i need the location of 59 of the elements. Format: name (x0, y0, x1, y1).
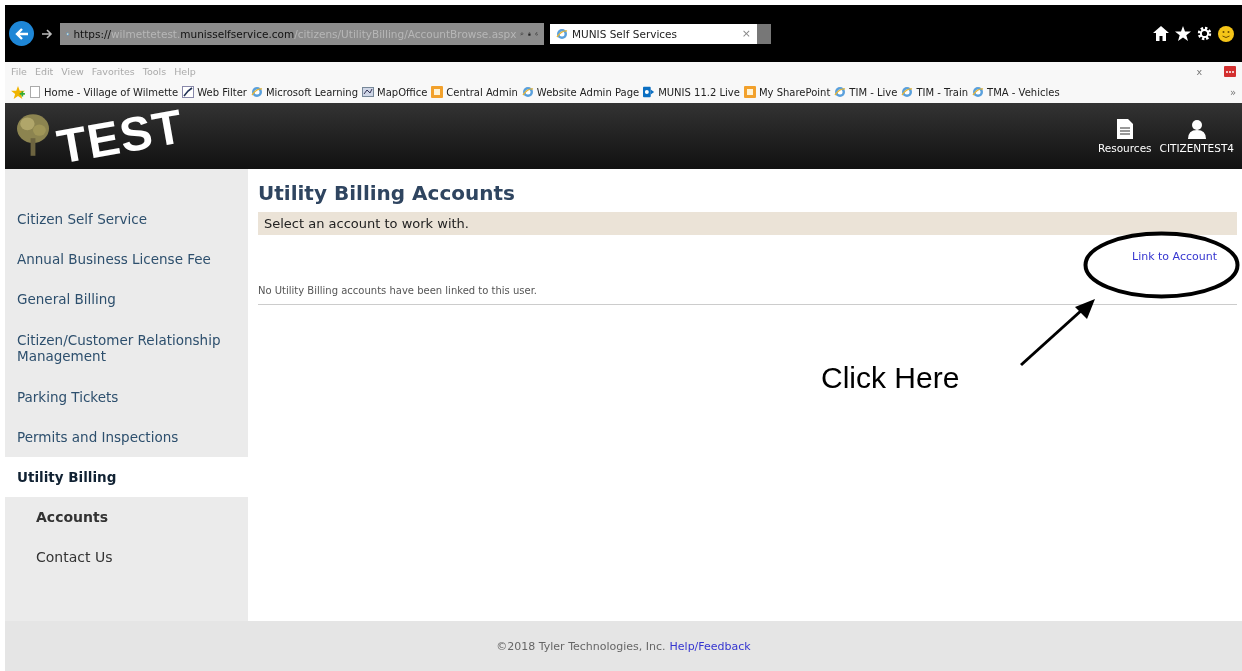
favorites-link[interactable]: Home - Village of Wilmette (44, 86, 179, 98)
favorites-link[interactable]: Website Admin Page (536, 86, 640, 98)
sidebar-item[interactable]: Citizen/Customer Relationship Management (5, 319, 248, 377)
globe-icon (521, 86, 534, 98)
favorites-link[interactable]: TIM - Live (849, 86, 898, 98)
user-icon (1186, 118, 1207, 139)
close-button[interactable]: x (1196, 66, 1202, 77)
document-icon (1116, 118, 1133, 139)
sidebar-subitem[interactable]: Accounts (5, 497, 248, 537)
sidebar-item[interactable]: Utility Billing (5, 457, 248, 497)
settings-icon[interactable] (1197, 26, 1212, 41)
sidebar-item[interactable]: Citizen Self Service (5, 199, 248, 239)
resources-button[interactable]: Resources (1097, 118, 1152, 154)
browser-tab[interactable]: MUNIS Self Services × (550, 23, 757, 44)
smiley-icon[interactable] (1218, 25, 1234, 42)
url-text: https:// (73, 27, 111, 40)
more-button[interactable]: » (1229, 86, 1236, 98)
forward-button[interactable] (40, 26, 54, 41)
back-button[interactable] (9, 21, 34, 46)
empty-message: No Utility Billing accounts have been linked to this user. (258, 280, 1237, 305)
sidebar-item[interactable]: Annual Business License Fee (5, 239, 248, 279)
globe-icon (250, 86, 263, 98)
sidebar-item[interactable]: General Billing (5, 279, 248, 319)
tile-icon (743, 86, 756, 98)
star-icon[interactable] (1175, 26, 1191, 41)
back-arrow-icon (14, 27, 29, 40)
home-icon[interactable] (1153, 26, 1169, 41)
sidebar-item[interactable]: Parking Tickets (5, 377, 248, 417)
favorites-link[interactable]: TIM - Train (916, 86, 969, 98)
favorites-star-icon[interactable] (11, 85, 25, 99)
sidebar-item[interactable]: Permits and Inspections (5, 417, 248, 457)
user-button[interactable]: CITIZENTEST4 (1159, 118, 1234, 154)
favorites-link[interactable]: Web Filter (197, 86, 247, 98)
globe-icon (972, 86, 985, 98)
favorites-link[interactable]: MapOffice (377, 86, 428, 98)
page-title: Utility Billing Accounts (258, 181, 516, 205)
favorites-link[interactable]: Microsoft Learning (265, 86, 359, 98)
toolbar-icon[interactable] (1224, 66, 1236, 77)
instruction-bar: Select an account to work with. (258, 212, 1237, 235)
favorites-link[interactable]: Central Admin (446, 86, 518, 98)
page-icon (29, 86, 41, 98)
copyright-text: ©2018 Tyler Technologies, Inc. (496, 639, 666, 653)
logo-text: TEST (53, 102, 187, 172)
new-tab-button[interactable] (757, 23, 771, 44)
url-text: wilmettetest. (111, 27, 181, 40)
favorites-link[interactable]: TMA - Vehicles (987, 86, 1060, 98)
map-icon (362, 86, 375, 98)
favorites-link[interactable]: My SharePoint (758, 86, 831, 98)
url-text: munisselfservice.com (180, 27, 295, 40)
tile-icon (431, 86, 444, 98)
sidebar-subitem[interactable]: Contact Us (5, 537, 248, 577)
annotation-text: Click Here (821, 361, 960, 395)
globe-icon (556, 27, 568, 40)
globe-icon (834, 86, 847, 98)
globe-icon (901, 86, 914, 98)
sharepoint-icon (643, 86, 656, 98)
chart-icon (182, 86, 195, 98)
favorites-link[interactable]: MUNIS 11.2 Live (658, 86, 740, 98)
help-link[interactable]: Help/Feedback (669, 639, 751, 653)
